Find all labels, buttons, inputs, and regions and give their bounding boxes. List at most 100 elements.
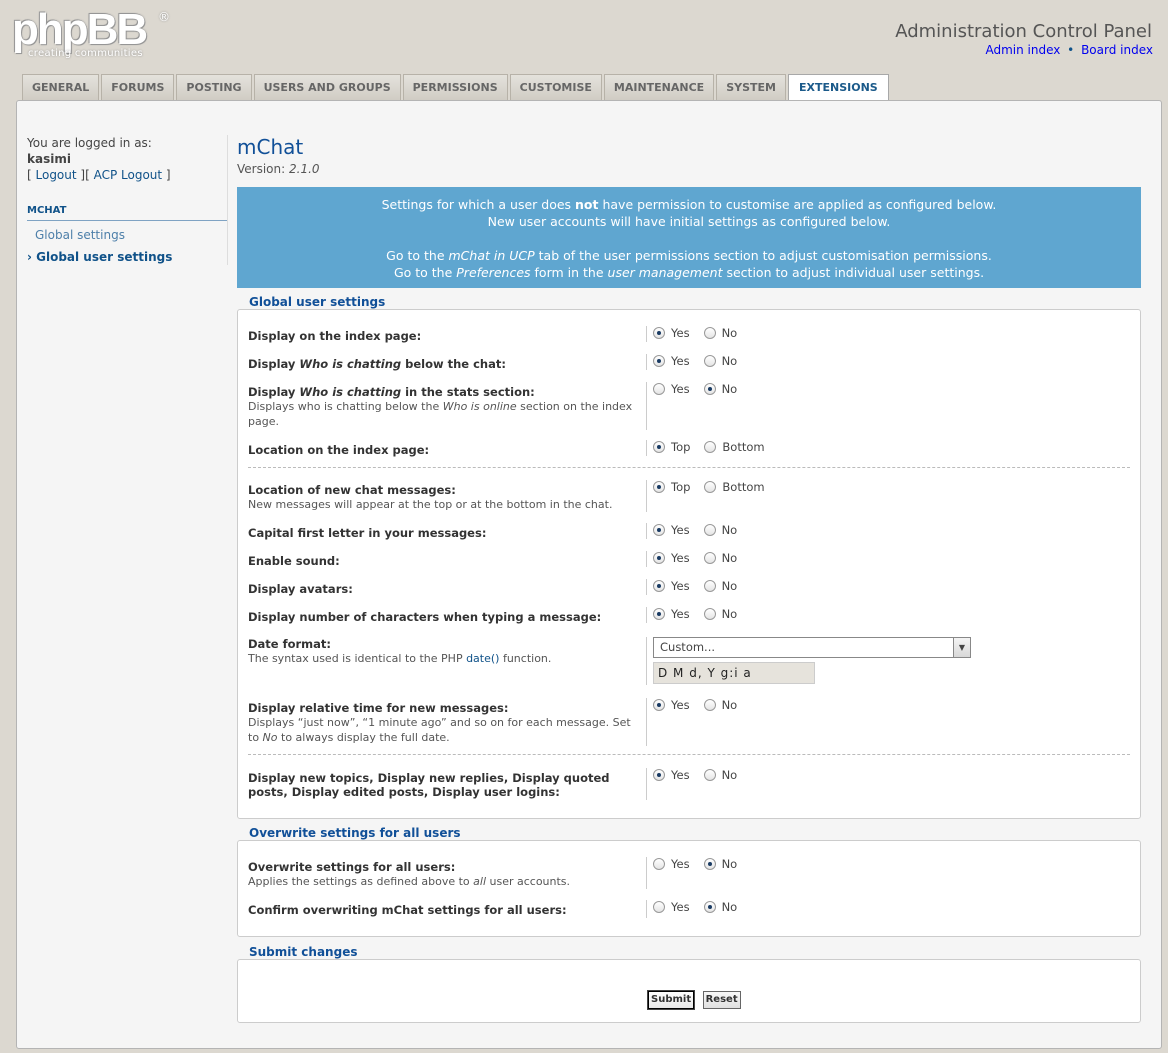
setting-label: Capital first letter in your messages:	[248, 526, 487, 540]
radio-dot	[703, 383, 716, 395]
radio-dot	[704, 481, 717, 493]
tab-users-and-groups[interactable]: USERS AND GROUPS	[253, 74, 401, 100]
radio-label: Yes	[671, 768, 690, 782]
radio-no[interactable]: No	[703, 607, 737, 621]
radio-yes[interactable]: Yes	[653, 551, 690, 565]
radio-no[interactable]: No	[703, 698, 738, 712]
radio-bottom[interactable]: Bottom	[704, 440, 765, 454]
radio-dot	[653, 327, 665, 339]
radio-label: No	[721, 551, 738, 565]
radio-label: No	[721, 326, 738, 340]
radio-no[interactable]: No	[703, 354, 738, 368]
sidebar-item-global-user-settings[interactable]: › Global user settings	[27, 249, 227, 265]
radio-yes[interactable]: Yes	[653, 354, 690, 368]
radio-no[interactable]: No	[703, 768, 737, 782]
radio-no[interactable]: No	[703, 382, 738, 396]
radio-dot	[703, 699, 716, 711]
radio-group: Yes No	[646, 607, 751, 623]
radio-no[interactable]: No	[703, 326, 738, 340]
setting-label: Date format: The syntax used is identica…	[248, 637, 638, 666]
desc-italic: No	[262, 731, 278, 744]
setting-label: Display avatars:	[248, 582, 353, 596]
logo-tagline: creating communities	[28, 48, 143, 59]
radio-yes[interactable]: Yes	[653, 326, 690, 340]
radio-dot	[653, 580, 665, 592]
radio-label: Yes	[671, 900, 690, 914]
info-line-2: New user accounts will have initial sett…	[487, 214, 891, 229]
tab-forums[interactable]: FORUMS	[101, 74, 175, 100]
phpbb-logo[interactable]: phpBB ® creating communities	[12, 8, 172, 66]
radio-dot	[704, 441, 717, 453]
tab-posting[interactable]: POSTING	[176, 74, 252, 100]
radio-yes[interactable]: Yes	[653, 523, 690, 537]
label-text: Overwrite settings for all users:	[248, 860, 456, 874]
radio-yes[interactable]: Yes	[653, 382, 690, 396]
radio-yes[interactable]: Yes	[653, 857, 690, 871]
radio-dot	[653, 481, 665, 493]
setting-description: Displays “just now”, “1 minute ago” and …	[248, 715, 638, 745]
sidebar-item-global-settings[interactable]: Global settings	[27, 227, 227, 243]
radio-label: Top	[671, 440, 691, 454]
radio-label: No	[721, 382, 738, 396]
desc-text: to always display the full date.	[277, 731, 450, 744]
label-text: Display	[248, 357, 300, 371]
radio-no[interactable]: No	[703, 523, 737, 537]
radio-dot	[703, 858, 716, 870]
radio-no[interactable]: No	[703, 900, 737, 914]
radio-dot	[703, 608, 716, 620]
setting-label: Display number of characters when typing…	[248, 610, 602, 624]
submit-fieldset: Submit changes Submit Reset	[237, 945, 1141, 1023]
tab-general[interactable]: GENERAL	[22, 74, 100, 100]
radio-group: Yes No	[646, 857, 751, 889]
section-divider	[248, 467, 1130, 468]
php-date-link[interactable]: date()	[466, 652, 499, 665]
desc-italic: all	[473, 875, 486, 888]
radio-dot	[653, 552, 665, 564]
tab-extensions[interactable]: EXTENSIONS	[787, 74, 889, 101]
radio-yes[interactable]: Yes	[653, 768, 690, 782]
radio-yes[interactable]: Yes	[653, 900, 690, 914]
radio-dot	[653, 608, 665, 620]
acp-logout-link[interactable]: ACP Logout	[94, 168, 163, 182]
tab-system[interactable]: SYSTEM	[716, 74, 786, 100]
logout-link[interactable]: Logout	[36, 168, 77, 182]
radio-top[interactable]: Top	[653, 480, 690, 494]
date-format-select[interactable]: Custom... ▼	[653, 637, 971, 658]
tab-permissions[interactable]: PERMISSIONS	[402, 74, 508, 100]
radio-dot	[653, 383, 665, 395]
logout-links: [ Logout ][ ACP Logout ]	[27, 167, 227, 183]
radio-bottom[interactable]: Bottom	[704, 480, 765, 494]
radio-dot	[653, 769, 665, 781]
radio-yes[interactable]: Yes	[653, 698, 690, 712]
radio-top[interactable]: Top	[653, 440, 690, 454]
sidebar-item-label: Global user settings	[36, 250, 173, 264]
radio-no[interactable]: No	[703, 551, 738, 565]
custom-date-input[interactable]: D M d, Y g:i a	[653, 662, 815, 684]
radio-dot	[703, 552, 716, 564]
info-line-4: Go to the Preferences form in the user m…	[247, 264, 1131, 281]
reset-button[interactable]: Reset	[702, 991, 741, 1009]
radio-group: Yes No	[646, 698, 751, 746]
radio-label: No	[721, 579, 738, 593]
radio-no[interactable]: No	[703, 857, 737, 871]
radio-yes[interactable]: Yes	[653, 579, 690, 593]
page-title: mChat	[237, 135, 304, 159]
board-index-link[interactable]: Board index	[1081, 43, 1153, 57]
radio-label: Yes	[671, 698, 690, 712]
setting-label: Location on the index page:	[248, 443, 430, 457]
radio-label: No	[721, 698, 738, 712]
radio-group: Yes No	[646, 579, 751, 595]
radio-yes[interactable]: Yes	[653, 607, 690, 621]
tab-maintenance[interactable]: MAINTENANCE	[603, 74, 715, 100]
radio-group: Top Bottom	[646, 440, 779, 456]
submit-button[interactable]: Submit	[646, 990, 696, 1010]
radio-no[interactable]: No	[703, 579, 738, 593]
info-gap	[247, 230, 1131, 247]
tab-customise[interactable]: CUSTOMISE	[509, 74, 602, 100]
admin-index-link[interactable]: Admin index	[985, 43, 1060, 57]
fieldset-legend: Global user settings	[248, 295, 387, 309]
radio-label: Yes	[671, 354, 690, 368]
bracket-close: ]	[162, 168, 171, 182]
radio-label: No	[721, 354, 738, 368]
label-text: Display relative time for new messages:	[248, 701, 509, 715]
